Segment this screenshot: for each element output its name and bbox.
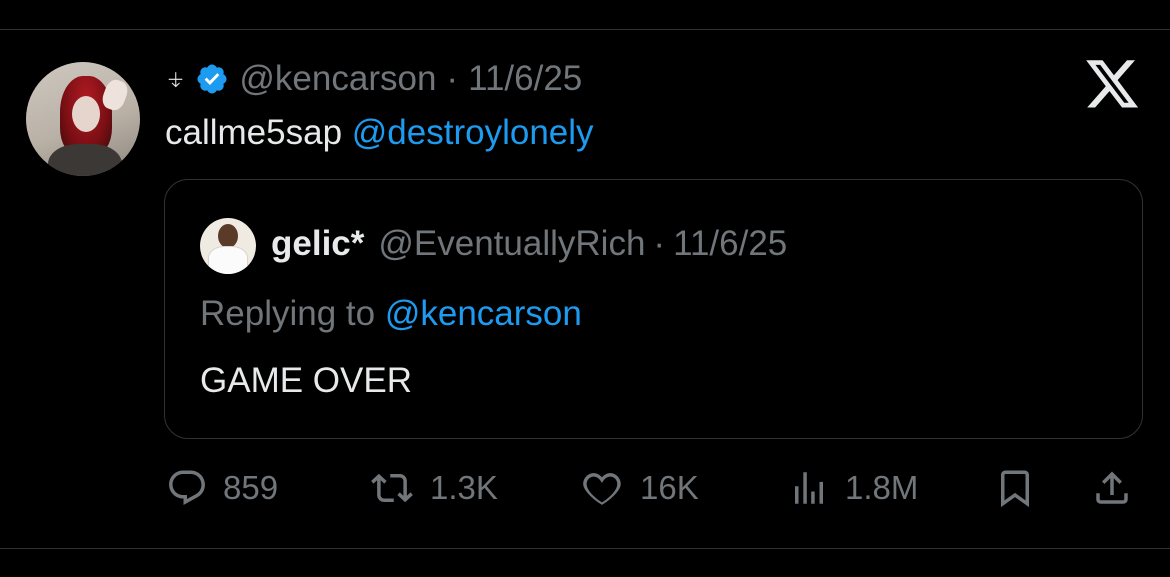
author-handle[interactable]: @kencarson (239, 59, 436, 99)
tweet-mention-link[interactable]: @destroylonely (352, 113, 594, 152)
header-separator: · (446, 59, 459, 98)
views-count: 1.8M (845, 469, 919, 506)
author-display-name[interactable]: ⍖ (165, 60, 185, 99)
quoted-date[interactable]: 11/6/25 (673, 224, 787, 264)
views-button[interactable]: 1.8M (787, 466, 918, 510)
quoted-separator: · (653, 224, 666, 263)
quoted-author-avatar[interactable] (200, 218, 256, 274)
replying-to-line: Replying to @kencarson (200, 294, 582, 334)
quoted-tweet-text: GAME OVER (200, 361, 412, 400)
repost-button[interactable]: 1.3K (368, 466, 498, 510)
tweet-body: callme5sap (165, 113, 343, 152)
x-logo-icon (1086, 60, 1140, 110)
replying-to-handle-link[interactable]: @kencarson (385, 294, 582, 333)
tweet-text: callme5sap @destroylonely (165, 113, 594, 153)
tweet-date[interactable]: 11/6/25 (468, 59, 582, 99)
share-icon (1090, 467, 1134, 509)
quoted-display-name[interactable]: gelic* (271, 224, 364, 264)
replying-to-label: Replying to (200, 294, 376, 333)
quoted-handle[interactable]: @EventuallyRich (378, 224, 645, 264)
bottom-divider (0, 548, 1170, 549)
reply-button[interactable]: 859 (165, 466, 278, 510)
tweet-header: ⍖ @kencarson · 11/6/25 (165, 57, 582, 101)
quoted-tweet-card[interactable]: gelic* @EventuallyRich · 11/6/25 Replyin… (164, 179, 1143, 439)
like-button[interactable]: 16K (578, 466, 699, 510)
verified-badge-icon[interactable] (195, 62, 229, 96)
share-button[interactable] (1090, 466, 1134, 510)
reply-icon (165, 467, 209, 509)
like-count: 16K (640, 469, 699, 506)
repost-count: 1.3K (430, 469, 498, 506)
bookmark-button[interactable] (993, 466, 1037, 510)
quoted-tweet-header: gelic* @EventuallyRich · 11/6/25 (271, 222, 787, 266)
bookmark-icon (993, 467, 1037, 509)
top-divider (0, 29, 1170, 30)
reply-count: 859 (223, 469, 279, 506)
views-icon (787, 467, 831, 509)
tweet-view: ⍖ @kencarson · 11/6/25 callme5sap @destr… (0, 0, 1170, 577)
heart-icon (578, 467, 626, 509)
repost-icon (368, 467, 416, 509)
author-avatar[interactable] (26, 62, 140, 176)
